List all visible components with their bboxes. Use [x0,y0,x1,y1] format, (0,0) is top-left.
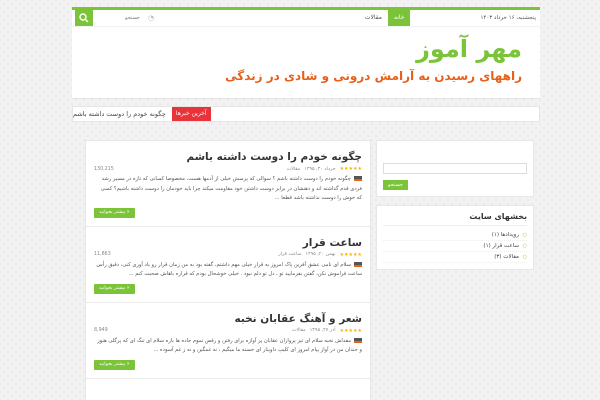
site-description: راههای رسیدن به آرامش درونی و شادی در زن… [225,69,522,83]
post-meta: ★★★★★ آذر ۲۷, ۱۳۹۵ مقالات 8,949 [94,328,362,334]
site-title[interactable]: مهر آموز [416,35,522,63]
rating-stars: ★★★★★ [339,166,362,172]
category-list: رویدادها (۱) ساعت قرار (۱) مقالات (۳) [383,230,527,263]
thumbnail-icon[interactable] [354,337,362,343]
top-date: پنجشنبه، ۱۶ خرداد ۱۴۰۳ [480,15,536,21]
site-header: مهر آموز راههای رسیدن به آرامش درونی و ش… [72,27,540,99]
category-item[interactable]: رویدادها (۱) [383,230,527,241]
post-meta: ★★★★★ بهمن ۲۰, ۱۳۹۵ ساعت قرار 11,863 [94,252,362,258]
post-excerpt: مقداش نخبه سلام ای تیز پروازان عقابان پر… [94,337,362,356]
post-views: 8,949 [94,328,108,333]
main-content: چگونه خودم را دوست داشته باشم ★★★★★ خردا… [85,140,371,400]
categories-widget: بخشهای سایت رویدادها (۱) ساعت قرار (۱) م… [376,205,534,270]
read-more-button[interactable]: بیشتر بخوانید » [94,283,135,294]
search-widget: جستجو [376,140,534,197]
top-search-input[interactable] [93,11,143,25]
post-date: بهمن ۲۰, ۱۳۹۵ [305,252,336,257]
post-excerpt-text: سلام ای نامی عشق آفرین پاک امروز به قرار… [96,261,362,278]
news-ticker: آخرین خبرها چگونه خودم را دوست داشته باش… [72,106,540,122]
post-date: خرداد ۳۰, ۱۳۹۵ [304,166,336,172]
thumbnail-icon[interactable] [354,261,362,267]
top-bar: ◔ خانه مقالات پنجشنبه، ۱۶ خرداد ۱۴۰۳ [72,7,540,26]
ticker-label: آخرین خبرها [171,107,211,121]
post-meta: ★★★★★ خرداد ۳۰, ۱۳۹۵ مقالات 130,215 [94,166,362,172]
post-date: آذر ۲۷, ۱۳۹۵ [309,328,336,333]
post-title[interactable]: ساعت قرار [94,237,362,249]
sidebar-search-input[interactable] [383,163,527,174]
post-category[interactable]: ساعت قرار [278,252,301,257]
nav-item-articles[interactable]: مقالات [359,10,388,26]
post-item: چگونه خودم را دوست داشته باشم ★★★★★ خردا… [86,141,370,227]
post-category[interactable]: مقالات [287,167,301,172]
category-item[interactable]: ساعت قرار (۱) [383,241,527,252]
top-nav: خانه مقالات [359,10,411,26]
sidebar: جستجو بخشهای سایت رویدادها (۱) ساعت قرار… [376,140,534,400]
post-title[interactable]: شعر و آهنگ عقابان نخبه [94,313,362,325]
read-more-button[interactable]: بیشتر بخوانید » [94,207,135,218]
post-excerpt-text: چگونه خودم را دوست داشته باشم ؟ سوالی که… [100,176,362,201]
post-item: شعر و آهنگ عقابان نخبه ★★★★★ آذر ۲۷, ۱۳۹… [86,303,370,379]
search-button[interactable] [75,10,93,26]
rating-stars: ★★★★★ [339,251,362,258]
rss-icon[interactable]: ◔ [145,12,157,24]
ticker-link[interactable]: چگونه خودم را دوست داشته باشم [73,110,170,118]
nav-item-home[interactable]: خانه [388,10,411,26]
post-excerpt: چگونه خودم را دوست داشته باشم ؟ سوالی که… [94,175,362,204]
sidebar-search-button[interactable]: جستجو [383,180,408,190]
post-item: ساعت قرار ★★★★★ بهمن ۲۰, ۱۳۹۵ ساعت قرار … [86,227,370,303]
widget-title: بخشهای سایت [383,212,527,226]
post-excerpt-text: مقداش نخبه سلام ای تیز پروازان عقابان پر… [97,337,362,354]
rating-stars: ★★★★★ [339,327,362,334]
thumbnail-icon[interactable] [354,176,362,181]
category-item[interactable]: مقالات (۳) [383,252,527,263]
post-category[interactable]: مقالات [292,328,306,333]
post-title[interactable]: چگونه خودم را دوست داشته باشم [94,151,363,163]
post-excerpt: سلام ای نامی عشق آفرین پاک امروز به قرار… [94,261,362,280]
search-icon [79,13,89,23]
post-views: 130,215 [94,166,114,172]
read-more-button[interactable]: بیشتر بخوانید » [94,359,135,370]
post-views: 11,863 [94,252,111,257]
